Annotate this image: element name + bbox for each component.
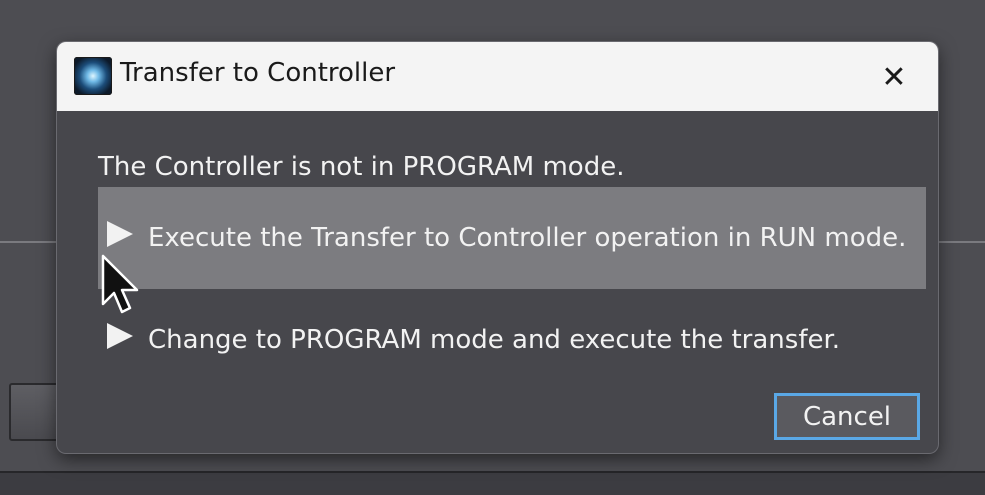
option-execute-in-run-mode[interactable]: Execute the Transfer to Controller opera… <box>98 187 926 289</box>
background-divider-right <box>936 241 985 243</box>
dialog-titlebar: Transfer to Controller ✕ <box>57 42 938 111</box>
option-label: Execute the Transfer to Controller opera… <box>148 223 907 253</box>
dialog-title: Transfer to Controller <box>120 58 396 88</box>
option-label: Change to PROGRAM mode and execute the t… <box>148 325 841 355</box>
play-arrow-icon <box>107 323 133 349</box>
close-icon: ✕ <box>881 59 907 95</box>
app-logo-icon <box>74 57 112 95</box>
cancel-label: Cancel <box>802 401 892 432</box>
background-divider-left <box>0 241 60 243</box>
play-arrow-icon <box>107 221 133 247</box>
dialog-message: The Controller is not in PROGRAM mode. <box>98 152 625 182</box>
transfer-dialog: Transfer to Controller ✕ The Controller … <box>57 42 938 453</box>
background-bottom-bar <box>0 471 985 495</box>
cancel-button[interactable]: Cancel <box>774 393 920 440</box>
option-change-to-program-mode[interactable]: Change to PROGRAM mode and execute the t… <box>98 289 926 369</box>
close-button[interactable]: ✕ <box>869 54 919 100</box>
